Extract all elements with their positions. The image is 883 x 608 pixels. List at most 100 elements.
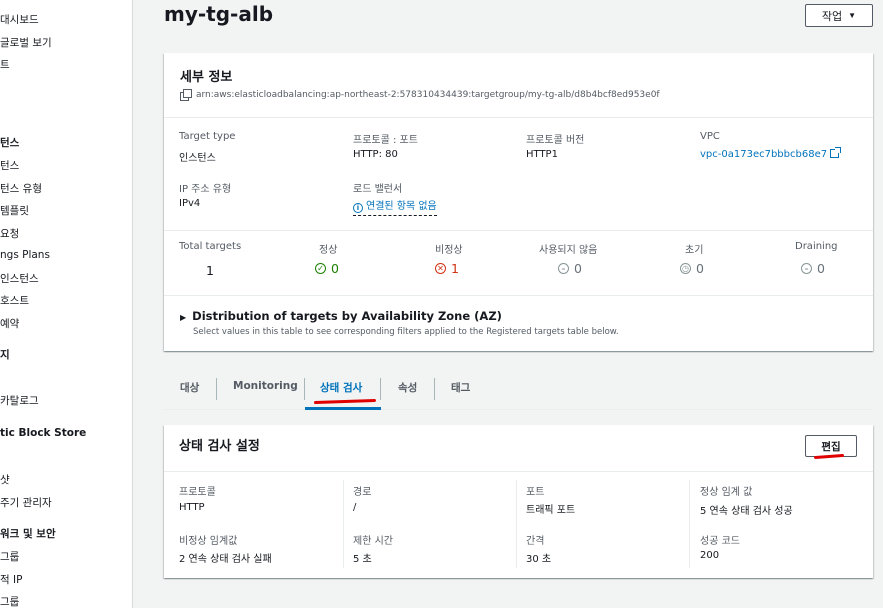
sidebar-item-placement-groups[interactable]: 그룹 xyxy=(0,594,19,608)
stat-unused-value[interactable]: – 0 xyxy=(558,261,582,276)
protocol-version-label: 프로토콜 버전 xyxy=(526,135,585,146)
tab-monitoring[interactable]: Monitoring xyxy=(233,380,298,392)
sidebar-item-savings-plans[interactable]: ngs Plans xyxy=(0,249,50,261)
hc-healthy-threshold-value: 5 연속 상태 검사 성공 xyxy=(700,506,793,517)
stat-initial-number: 0 xyxy=(696,261,704,276)
health-check-panel: 상태 검사 설정 편집 프로토콜 HTTP 경로 / 포트 트래픽 포트 정상 … xyxy=(164,425,873,578)
actions-button[interactable]: 작업 ▼ xyxy=(805,4,873,27)
sidebar-item-instance-types[interactable]: 턴스 유형 xyxy=(0,181,42,196)
details-panel: 세부 정보 arn:aws:elasticloadbalancing:ap-no… xyxy=(164,53,873,351)
stat-unhealthy-number: 1 xyxy=(451,261,459,276)
ip-type-value: IPv4 xyxy=(179,198,201,209)
stat-unused-label: 사용되지 않음 xyxy=(539,245,598,256)
sidebar-section-network-security: 워크 및 보안 xyxy=(0,528,56,540)
tabs-baseline xyxy=(164,409,873,410)
tab-health-checks[interactable]: 상태 검사 xyxy=(320,380,362,395)
divider xyxy=(164,295,873,296)
column-separator xyxy=(689,480,690,568)
stat-draining-number: 0 xyxy=(817,261,825,276)
caret-right-icon: ▶ xyxy=(180,313,187,322)
tab-tags[interactable]: 태그 xyxy=(451,380,470,395)
stat-healthy-number: 0 xyxy=(331,261,339,276)
annotation-underline-mark xyxy=(813,453,845,460)
caret-down-icon: ▼ xyxy=(848,11,857,20)
sidebar-section-instances: 턴스 xyxy=(0,137,20,149)
az-distribution-title: Distribution of targets by Availability … xyxy=(192,309,502,323)
divider xyxy=(164,230,873,231)
stat-initial-label: 초기 xyxy=(685,245,704,256)
hc-success-codes-label: 성공 코드 xyxy=(700,536,740,547)
sidebar-item-dashboard[interactable]: 대시보드 xyxy=(0,12,39,27)
hc-port-value: 트래픽 포트 xyxy=(526,505,576,516)
stat-unused-number: 0 xyxy=(574,261,582,276)
sidebar-item-snapshots[interactable]: 샷 xyxy=(0,472,10,487)
stat-unhealthy-label: 비정상 xyxy=(435,245,463,256)
protocol-port-label: 프로토콜 : 포트 xyxy=(353,135,418,146)
sidebar-item-capacity-reservations[interactable]: 예약 xyxy=(0,316,19,331)
vpc-link[interactable]: vpc-0a173ec7bbbcb68e7 xyxy=(700,147,842,160)
column-separator xyxy=(343,480,344,568)
annotation-underline-mark xyxy=(313,398,377,405)
sidebar-item-lifecycle-manager[interactable]: 주기 관리자 xyxy=(0,495,52,510)
az-distribution-subtitle: Select values in this table to see corre… xyxy=(193,327,619,337)
stat-healthy-value[interactable]: ✓ 0 xyxy=(315,261,339,276)
sidebar-section-ebs: tic Block Store xyxy=(0,427,87,439)
hc-port-label: 포트 xyxy=(526,487,545,498)
stat-total-label: Total targets xyxy=(179,241,242,252)
sidebar-item-events[interactable]: 트 xyxy=(0,57,10,72)
tab-separator xyxy=(434,378,435,400)
info-icon: i xyxy=(353,203,363,213)
divider xyxy=(164,117,873,118)
sidebar-item-ami-catalog[interactable]: 카탈로그 xyxy=(0,393,39,408)
sidebar-item-launch-templates[interactable]: 템플릿 xyxy=(0,203,29,218)
hc-timeout-label: 제한 시간 xyxy=(353,536,393,547)
details-title: 세부 정보 xyxy=(180,70,233,85)
sidebar: 대시보드 글로벌 보기 트 턴스 턴스 턴스 유형 템플릿 요청 ngs Pla… xyxy=(0,0,133,608)
hc-success-codes-value: 200 xyxy=(700,550,720,561)
sidebar-item-elastic-ips[interactable]: 적 IP xyxy=(0,572,22,587)
stat-unhealthy-value[interactable]: ✕ 1 xyxy=(435,261,459,276)
hc-interval-value: 30 초 xyxy=(526,554,552,565)
sidebar-item-spot-requests[interactable]: 요청 xyxy=(0,226,19,241)
hc-timeout-value: 5 초 xyxy=(353,554,372,565)
hc-unhealthy-threshold-label: 비정상 임계값 xyxy=(179,536,238,547)
tab-separator xyxy=(216,378,217,400)
sidebar-item-reserved-instances[interactable]: 인스턴스 xyxy=(0,271,39,286)
column-separator xyxy=(516,480,517,568)
load-balancer-text: 연결된 항목 없음 xyxy=(366,201,437,212)
sidebar-item-dedicated-hosts[interactable]: 호스트 xyxy=(0,293,29,308)
az-distribution-toggle[interactable]: ▶ Distribution of targets by Availability… xyxy=(180,309,502,323)
target-type-label: Target type xyxy=(179,131,236,142)
hc-healthy-threshold-label: 정상 임계 값 xyxy=(700,487,753,498)
hc-path-label: 경로 xyxy=(353,487,372,498)
stat-healthy-label: 정상 xyxy=(319,245,338,256)
copy-icon[interactable] xyxy=(180,89,192,101)
edit-button[interactable]: 편집 xyxy=(805,435,857,457)
protocol-port-value: HTTP: 80 xyxy=(353,149,398,160)
stat-total-value[interactable]: 1 xyxy=(206,263,214,278)
sidebar-item-instances[interactable]: 턴스 xyxy=(0,158,19,173)
stat-initial-value[interactable]: ◷ 0 xyxy=(680,261,704,276)
stat-draining-value[interactable]: – 0 xyxy=(801,261,825,276)
health-check-title: 상태 검사 설정 xyxy=(179,439,260,454)
vpc-label: VPC xyxy=(700,131,720,142)
divider xyxy=(164,471,873,472)
minus-circle-icon: – xyxy=(801,263,812,274)
actions-button-label: 작업 xyxy=(821,10,843,23)
tab-separator xyxy=(380,378,381,400)
x-circle-icon: ✕ xyxy=(435,263,446,274)
active-tab-indicator xyxy=(305,407,381,410)
sidebar-item-global-view[interactable]: 글로벌 보기 xyxy=(0,35,52,50)
check-circle-icon: ✓ xyxy=(315,263,326,274)
stat-total-number: 1 xyxy=(206,263,214,278)
stat-draining-label: Draining xyxy=(795,241,838,252)
load-balancer-value[interactable]: i 연결된 항목 없음 xyxy=(353,197,437,216)
hc-protocol-value: HTTP xyxy=(179,502,205,513)
arn-text: arn:aws:elasticloadbalancing:ap-northeas… xyxy=(196,89,660,100)
tab-attributes[interactable]: 속성 xyxy=(398,380,417,395)
hc-interval-label: 간격 xyxy=(526,536,545,547)
protocol-version-value: HTTP1 xyxy=(526,149,558,160)
arn-row: arn:aws:elasticloadbalancing:ap-northeas… xyxy=(180,89,660,101)
sidebar-item-security-groups[interactable]: 그룹 xyxy=(0,549,19,564)
tab-targets[interactable]: 대상 xyxy=(180,380,199,395)
